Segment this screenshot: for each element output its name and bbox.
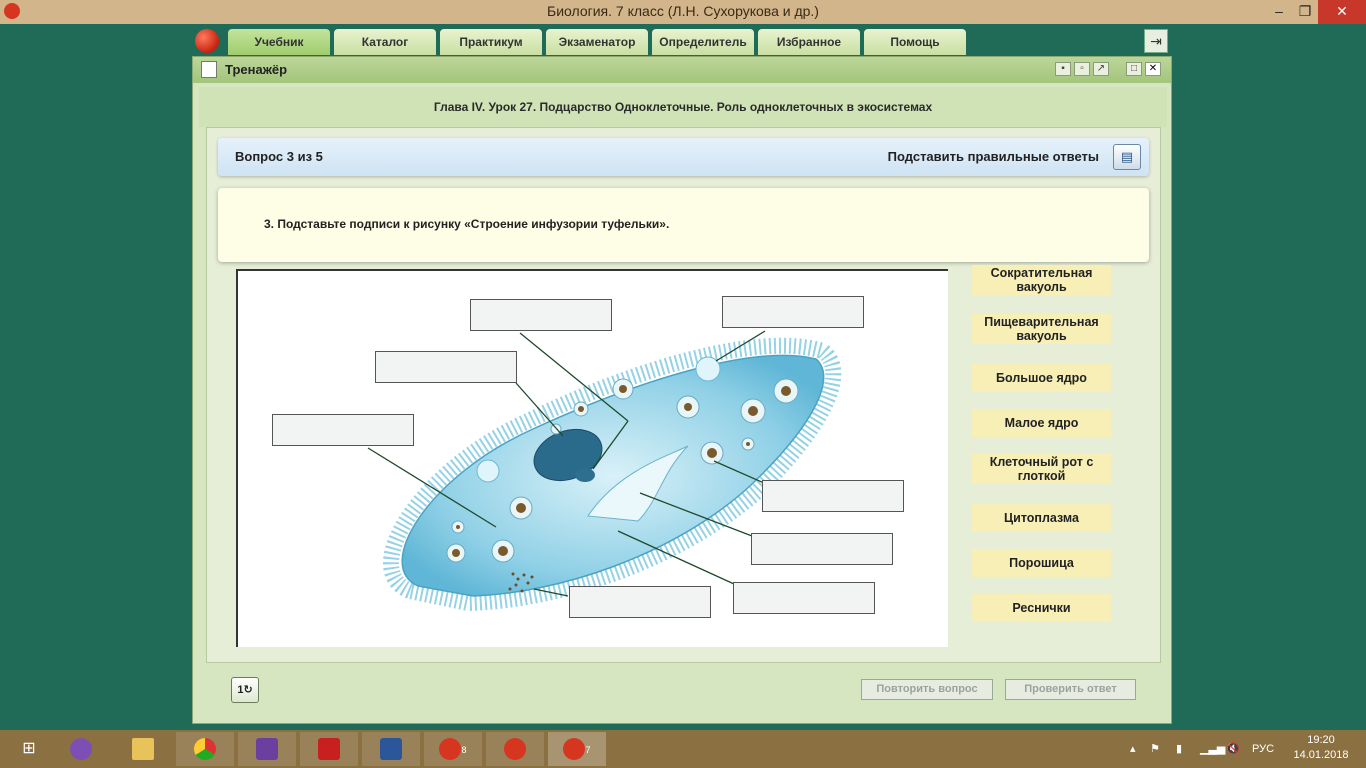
trainer-panel: Тренажёр ▪ ▫ ↗ □ ✕ Глава IV. Урок 27. По… (192, 56, 1172, 724)
panel-title: Тренажёр (225, 62, 288, 77)
tab-textbook[interactable]: Учебник (228, 29, 330, 55)
fill-answers-label: Подставить правильные ответы (887, 149, 1099, 164)
word-icon[interactable] (362, 732, 420, 766)
label-anal-pore[interactable]: Порошица (972, 549, 1111, 577)
tab-catalog[interactable]: Каталог (334, 29, 436, 55)
drop-slot-3[interactable] (272, 414, 414, 446)
contractile-vacuole (476, 459, 500, 483)
drop-slot-7[interactable] (733, 582, 875, 614)
volume-icon[interactable]: 🔇 (1226, 730, 1240, 768)
biology-app-icon[interactable] (486, 732, 544, 766)
drop-slot-8[interactable] (569, 586, 711, 618)
apple-logo-icon (195, 29, 219, 53)
chrome-icon[interactable] (176, 732, 234, 766)
panel-header: Тренажёр ▪ ▫ ↗ □ ✕ (193, 57, 1171, 83)
label-cilia[interactable]: Реснички (972, 594, 1111, 622)
biology-app-icon[interactable]: 7 (548, 732, 606, 766)
file-explorer-icon[interactable] (114, 732, 172, 766)
drop-slot-1[interactable] (470, 299, 612, 331)
tab-help[interactable]: Помощь (864, 29, 966, 55)
fill-answers-icon[interactable]: ▤ (1113, 144, 1141, 170)
taskbar: ⊞ 8 7 ▴ ⚑ ▮ ▁▃▅ 🔇 РУС 19:20 14.01.2018 (0, 730, 1366, 768)
drop-slot-5[interactable] (762, 480, 904, 512)
print-icon[interactable]: ▫ (1074, 62, 1090, 76)
question-text: 3. Подставьте подписи к рисунку «Строени… (264, 217, 670, 231)
chapter-title: Глава IV. Урок 27. Подцарство Одноклеточ… (199, 87, 1167, 127)
show-hidden-icons[interactable]: ▴ (1130, 730, 1136, 768)
visual-studio-icon[interactable] (238, 732, 296, 766)
label-contractile-vacuole[interactable]: Сократительная вакуоль (972, 265, 1111, 295)
acrobat-icon[interactable] (300, 732, 358, 766)
language-indicator[interactable]: РУС (1252, 730, 1274, 768)
app-area: Учебник Каталог Практикум Экзаменатор Оп… (0, 24, 1366, 730)
tab-practicum[interactable]: Практикум (440, 29, 542, 55)
drop-slot-4[interactable] (722, 296, 864, 328)
save-icon[interactable]: ▪ (1055, 62, 1071, 76)
window-title: Биология. 7 класс (Л.Н. Сухорукова и др.… (547, 3, 819, 19)
label-micronucleus[interactable]: Малое ядро (972, 409, 1111, 437)
replay-icon[interactable]: 1↻ (231, 677, 259, 703)
windows-start-icon[interactable]: ⊞ (0, 732, 58, 766)
exit-door-icon[interactable]: ⇥ (1144, 29, 1168, 53)
clock[interactable]: 19:20 14.01.2018 (1290, 733, 1352, 763)
tab-favorites[interactable]: Избранное (758, 29, 860, 55)
tab-examiner[interactable]: Экзаменатор (546, 29, 648, 55)
clock-date: 14.01.2018 (1293, 749, 1349, 761)
question-counter: Вопрос 3 из 5 (235, 149, 323, 164)
drop-slot-6[interactable] (751, 533, 893, 565)
micronucleus (575, 468, 595, 482)
paramecium-figure (236, 269, 948, 647)
maximize-button[interactable]: ❐ (1292, 0, 1318, 24)
label-macronucleus[interactable]: Большое ядро (972, 364, 1111, 392)
label-cytoplasm[interactable]: Цитоплазма (972, 504, 1111, 532)
check-answer-button[interactable]: Проверить ответ (1005, 679, 1136, 700)
export-icon[interactable]: ↗ (1093, 62, 1109, 76)
clock-time: 19:20 (1307, 734, 1335, 746)
question-bar: Вопрос 3 из 5 Подставить правильные отве… (218, 138, 1149, 176)
flag-icon[interactable]: ⚑ (1150, 730, 1160, 768)
close-button[interactable]: ✕ (1318, 0, 1366, 24)
biology-app-icon[interactable]: 8 (424, 732, 482, 766)
label-cell-mouth[interactable]: Клеточный рот с глоткой (972, 454, 1111, 484)
app-badge: 7 (585, 745, 591, 755)
exercise-area: Вопрос 3 из 5 Подставить правильные отве… (206, 127, 1161, 663)
viber-icon[interactable] (52, 732, 110, 766)
tab-identifier[interactable]: Определитель (652, 29, 754, 55)
window-titlebar: Биология. 7 класс (Л.Н. Сухорукова и др.… (0, 0, 1366, 24)
battery-icon[interactable]: ▮ (1176, 730, 1182, 768)
label-digestive-vacuole[interactable]: Пищеварительная вакуоль (972, 314, 1111, 344)
minimize-button[interactable]: – (1266, 0, 1292, 24)
trainer-icon (201, 61, 217, 78)
panel-close-icon[interactable]: ✕ (1145, 62, 1161, 76)
repeat-question-button[interactable]: Повторить вопрос (861, 679, 993, 700)
question-box: 3. Подставьте подписи к рисунку «Строени… (218, 188, 1149, 262)
network-icon[interactable]: ▁▃▅ (1200, 730, 1225, 768)
drop-slot-2[interactable] (375, 351, 517, 383)
panel-maximize-icon[interactable]: □ (1126, 62, 1142, 76)
app-badge: 8 (461, 745, 467, 755)
